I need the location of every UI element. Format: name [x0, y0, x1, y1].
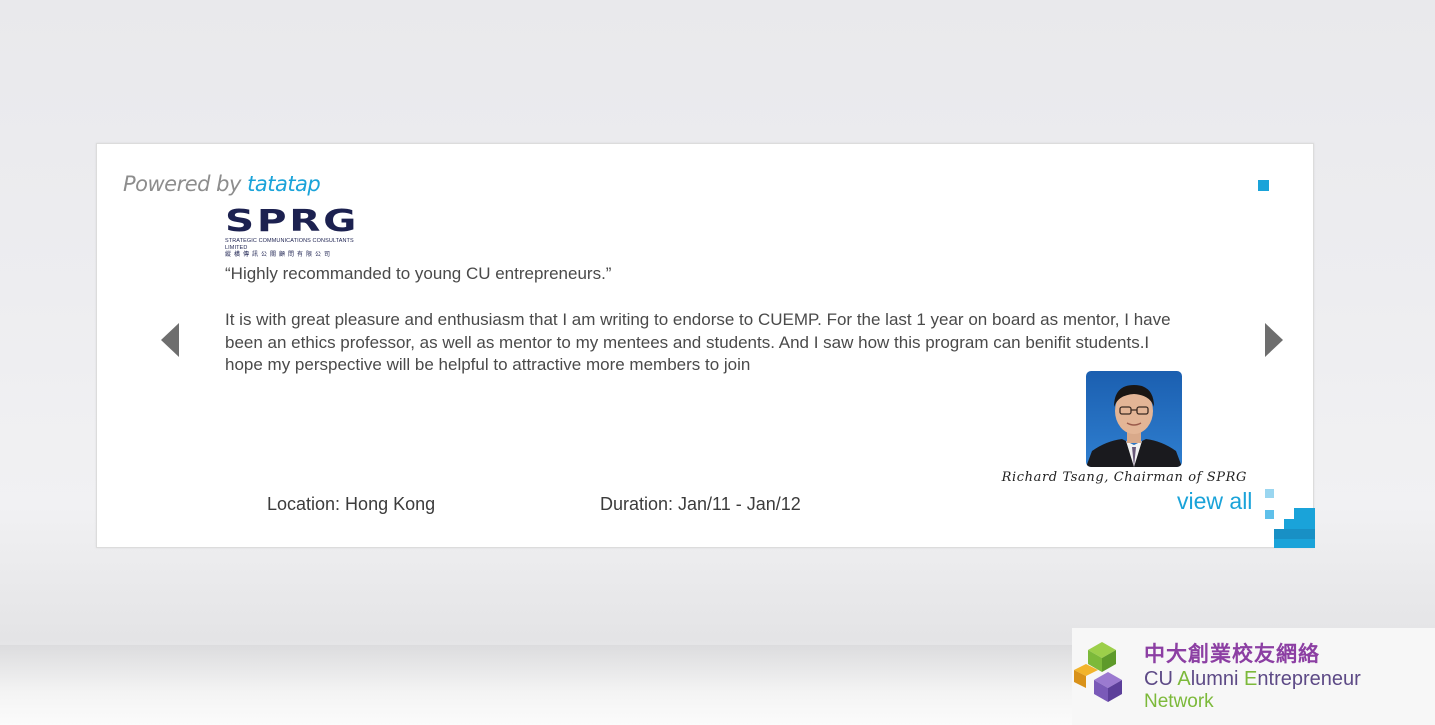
logo-subtitle-en: STRATEGIC COMMUNICATIONS CONSULTANTS LIM…	[225, 238, 354, 251]
footer-en-ntrepreneur: ntrepreneur	[1257, 668, 1361, 690]
cu-alumni-network-logo: 中大創業校友網絡 CU Alumni Entrepreneur Network	[1072, 628, 1435, 725]
powered-brand-link[interactable]: tatatap	[247, 172, 321, 196]
view-all-link[interactable]: view all	[1177, 488, 1252, 515]
sprg-logo: SPRG STRATEGIC COMMUNICATIONS CONSULTANT…	[225, 207, 371, 259]
author-photo	[1086, 371, 1182, 467]
powered-prefix: Powered by	[123, 172, 248, 196]
location-label: Location: Hong Kong	[267, 494, 436, 514]
author-signature: Richard Tsang, Chairman of SPRG	[1001, 470, 1247, 485]
testimonial-quote: “Highly recommanded to young CU entrepre…	[225, 264, 612, 283]
footer-en-e: E	[1244, 668, 1258, 690]
pixel-decoration-icon	[1261, 486, 1315, 548]
logo-wordmark: SPRG	[225, 204, 360, 239]
footer-network: Network	[1144, 691, 1214, 712]
duration-label: Duration: Jan/11 - Jan/12	[600, 494, 801, 514]
testimonial-body: It is with great pleasure and enthusiasm…	[225, 310, 1171, 374]
square-icon[interactable]	[1258, 180, 1269, 191]
footer-name-en: CU Alumni Entrepreneur	[1144, 668, 1361, 691]
next-arrow-icon[interactable]	[1265, 323, 1283, 357]
testimonial-card: Powered by tatatap SPRG STRATEGIC COMMUN…	[96, 143, 1315, 548]
footer-name-cn: 中大創業校友網絡	[1144, 642, 1320, 666]
footer-en-a: A	[1177, 668, 1191, 690]
previous-arrow-icon[interactable]	[161, 323, 179, 357]
footer-en-lumni: lumni	[1190, 668, 1245, 690]
logo-subtitle-cn: 縱橫傳訊公關顧問有限公司	[225, 252, 334, 258]
footer-en-cu: CU	[1144, 668, 1178, 690]
powered-by-label: Powered by tatatap	[123, 172, 321, 196]
cube-logo-icon	[1074, 642, 1122, 702]
